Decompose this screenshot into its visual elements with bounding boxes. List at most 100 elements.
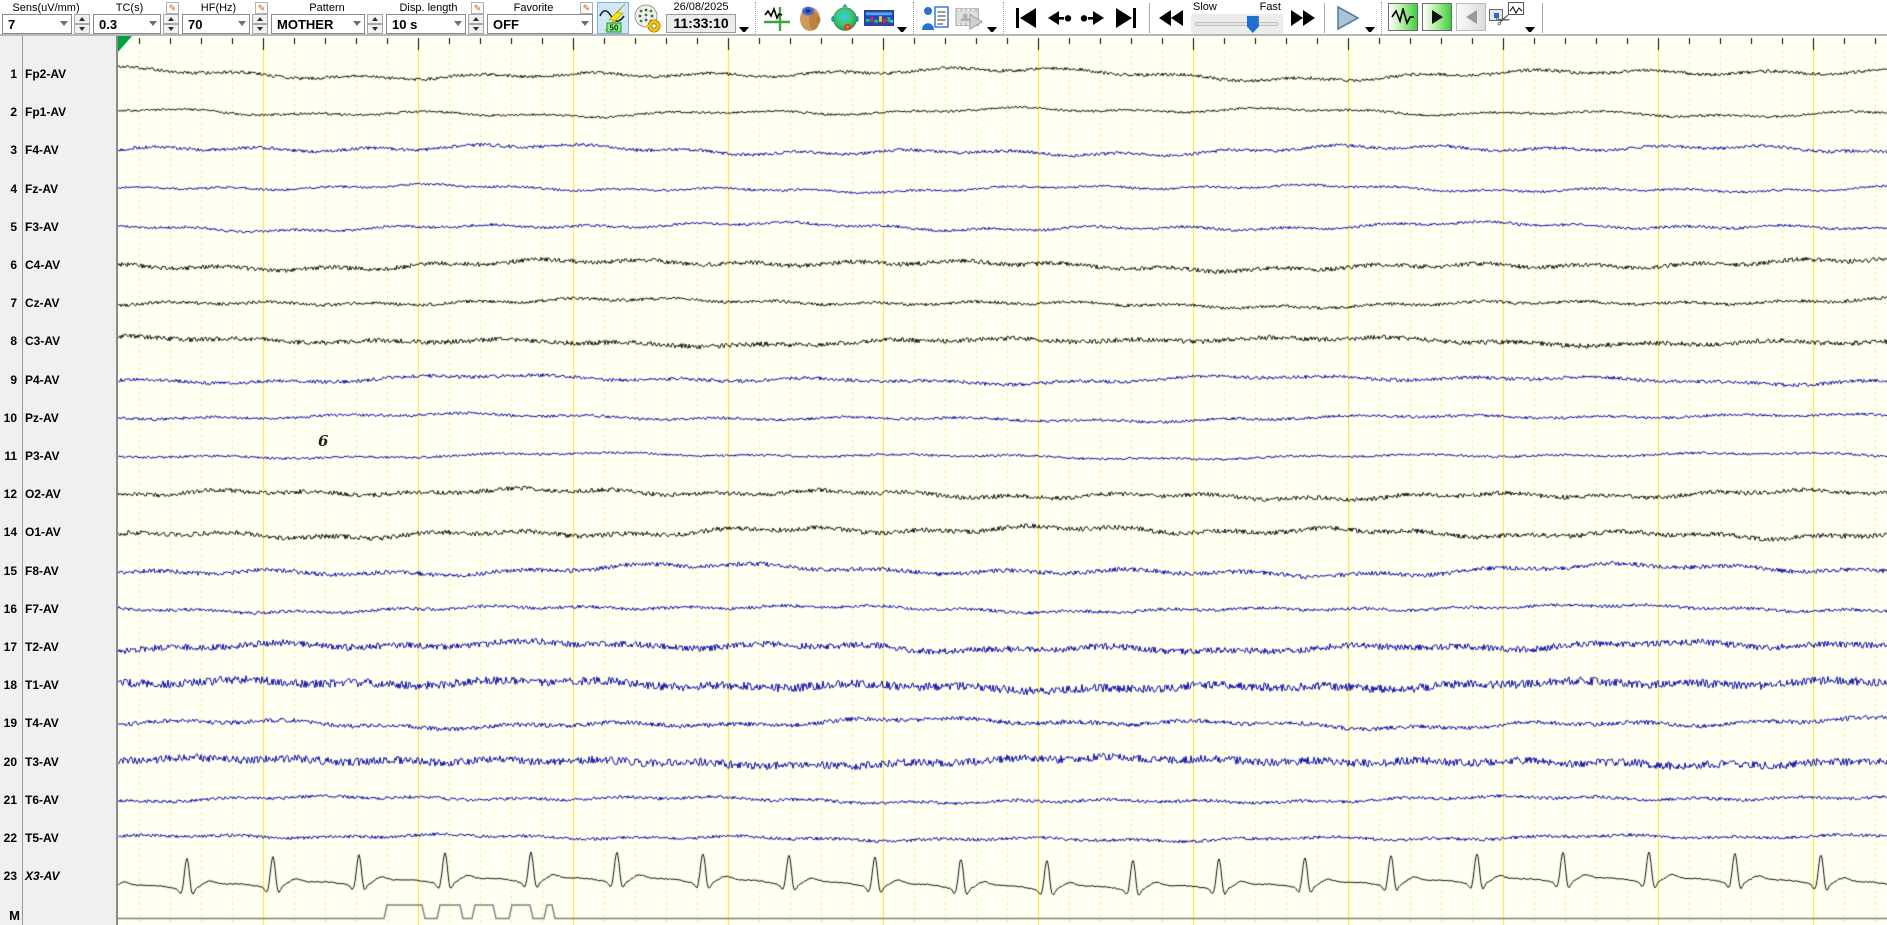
channel-number: 23 <box>3 869 17 884</box>
channel-row-F3-AV[interactable]: 5 F3-AV <box>0 219 116 235</box>
live-eeg-button[interactable] <box>1388 3 1418 31</box>
sensitivity-spin-down-button[interactable] <box>74 24 90 34</box>
sensitivity-control: Sens(uV/mm) 7 <box>2 1 90 34</box>
display-length-edit-pencil-icon[interactable]: ✎ <box>471 1 484 14</box>
favorite-combo[interactable]: OFF <box>487 14 593 34</box>
speed-slider-handle[interactable] <box>1246 16 1259 33</box>
pattern-combo[interactable]: MOTHER <box>271 14 365 34</box>
channel-row-O2-AV[interactable]: 12 O2-AV <box>0 486 116 502</box>
channel-name: F3-AV <box>25 219 59 234</box>
display-length-combo[interactable]: 10 s <box>386 14 466 34</box>
sensitivity-combo[interactable]: 7 <box>2 14 72 34</box>
sensitivity-label: Sens(uV/mm) <box>12 1 80 14</box>
chevron-down-icon <box>238 21 246 26</box>
sensitivity-spin-up-button[interactable] <box>74 14 90 24</box>
step-forward-button[interactable] <box>1077 2 1109 34</box>
channel-row-Pz-AV[interactable]: 10 Pz-AV <box>0 410 116 426</box>
channel-number: 12 <box>3 487 17 502</box>
chevron-down-icon <box>454 21 462 26</box>
hf-spin-down-button[interactable] <box>252 24 268 34</box>
topographic-map-button[interactable] <box>829 2 861 34</box>
eeg-application: Sens(uV/mm) 7 TC(s) ✎ 0.3 HF(Hz) ✎ 70 Patt… <box>0 0 1887 925</box>
patient-document-icon <box>922 6 949 30</box>
channel-name: C3-AV <box>25 334 61 349</box>
dsa-trend-button[interactable] <box>863 2 895 34</box>
play-button[interactable] <box>1331 2 1363 34</box>
channel-name: O2-AV <box>25 487 61 502</box>
hf-spin-up-button[interactable] <box>252 14 268 24</box>
step-back-button[interactable] <box>1043 2 1075 34</box>
channel-row-P3-AV[interactable]: 11 P3-AV <box>0 448 116 464</box>
pattern-spin-up-button[interactable] <box>367 14 383 24</box>
skip-to-start-icon <box>1016 8 1036 28</box>
speed-slider-track[interactable] <box>1191 14 1283 34</box>
channel-row-Fp2-AV[interactable]: 1 Fp2-AV <box>0 66 116 82</box>
display-length-spin-down-button[interactable] <box>468 24 484 34</box>
channel-number: 14 <box>3 525 17 540</box>
eeg-trace-canvas[interactable] <box>118 36 1887 925</box>
speed-slider-control: Slow Fast <box>1191 1 1283 34</box>
channel-row-O1-AV[interactable]: 14 O1-AV <box>0 524 116 540</box>
rewind-button[interactable] <box>1156 2 1188 34</box>
display-length-value: 10 s <box>392 17 418 32</box>
patient-info-button[interactable] <box>919 2 951 34</box>
channel-number: 17 <box>3 640 17 654</box>
channel-row-Cz-AV[interactable]: 7 Cz-AV <box>0 295 116 311</box>
play-dropdown-button[interactable] <box>1365 24 1375 34</box>
pattern-spin-down-button[interactable] <box>367 24 383 34</box>
channel-name: F7-AV <box>25 601 59 616</box>
channel-row-Fp1-AV[interactable]: 2 Fp1-AV <box>0 104 116 120</box>
tc-combo[interactable]: 0.3 <box>93 14 161 34</box>
channel-name: O1-AV <box>25 525 61 540</box>
channel-row-T6-AV[interactable]: 21 T6-AV <box>0 792 116 808</box>
channel-row-C3-AV[interactable]: 8 C3-AV <box>0 333 116 349</box>
datetime-dropdown-button[interactable] <box>739 24 749 34</box>
sensitivity-value: 7 <box>8 17 16 32</box>
channel-row-Fz-AV[interactable]: 4 Fz-AV <box>0 181 116 197</box>
start-review-button[interactable] <box>1422 3 1452 31</box>
clip-dropdown-button[interactable] <box>1525 24 1535 34</box>
tc-spin-up-button[interactable] <box>163 14 179 24</box>
channel-row-T2-AV[interactable]: 17 T2-AV <box>0 639 116 655</box>
tc-edit-pencil-icon[interactable]: ✎ <box>166 1 179 14</box>
channel-row-F4-AV[interactable]: 3 F4-AV <box>0 142 116 158</box>
channel-row-T5-AV[interactable]: 22 T5-AV <box>0 830 116 846</box>
waveform-crosshair-icon <box>764 6 790 31</box>
3d-head-map-button[interactable] <box>795 2 827 34</box>
step-back-icon <box>1048 11 1072 25</box>
channel-row-F7-AV[interactable]: 16 F7-AV <box>0 601 116 617</box>
channel-row-X3-AV[interactable]: 23 X3-AV <box>0 868 116 884</box>
channel-row-C4-AV[interactable]: 6 C4-AV <box>0 257 116 273</box>
channel-row-T4-AV[interactable]: 19 T4-AV <box>0 715 116 731</box>
favorite-edit-pencil-icon[interactable]: ✎ <box>580 1 593 14</box>
tc-spin-down-button[interactable] <box>163 24 179 34</box>
channel-name: Fz-AV <box>25 181 59 196</box>
hf-edit-pencil-icon[interactable]: ✎ <box>255 1 268 14</box>
skip-to-end-button[interactable] <box>1111 2 1143 34</box>
channel-row-T1-AV[interactable]: 18 T1-AV <box>0 677 116 693</box>
video-dropdown-button[interactable] <box>987 24 997 34</box>
time-display[interactable]: 11:33:10 <box>666 14 736 33</box>
channel-name: Fp1-AV <box>25 105 67 120</box>
fast-forward-button[interactable] <box>1286 2 1318 34</box>
separator <box>1542 3 1543 33</box>
notch-filter-50hz-button[interactable]: 50 <box>597 2 629 34</box>
hf-combo[interactable]: 70 <box>182 14 250 34</box>
clip-waveform-icon <box>1508 2 1524 15</box>
event-marker-button[interactable] <box>761 2 793 34</box>
dsa-dropdown-button[interactable] <box>897 24 907 34</box>
channel-number: 7 <box>10 296 17 311</box>
video-playback-button[interactable] <box>953 2 985 34</box>
previous-disabled-button[interactable] <box>1456 3 1486 31</box>
channel-row-T3-AV[interactable]: 20 T3-AV <box>0 754 116 770</box>
toolbar: Sens(uV/mm) 7 TC(s) ✎ 0.3 HF(Hz) ✎ 70 Patt… <box>0 0 1887 36</box>
display-length-spin-up-button[interactable] <box>468 14 484 24</box>
rewind-icon <box>1159 10 1183 26</box>
skip-to-start-button[interactable] <box>1009 2 1041 34</box>
channel-row-P4-AV[interactable]: 9 P4-AV <box>0 372 116 388</box>
channel-number: 10 <box>3 410 17 425</box>
channel-number: 4 <box>10 181 17 196</box>
electrode-montage-settings-button[interactable] <box>631 2 663 34</box>
clip-cut-button[interactable]: ✂ <box>1488 2 1524 34</box>
channel-row-F8-AV[interactable]: 15 F8-AV <box>0 563 116 579</box>
